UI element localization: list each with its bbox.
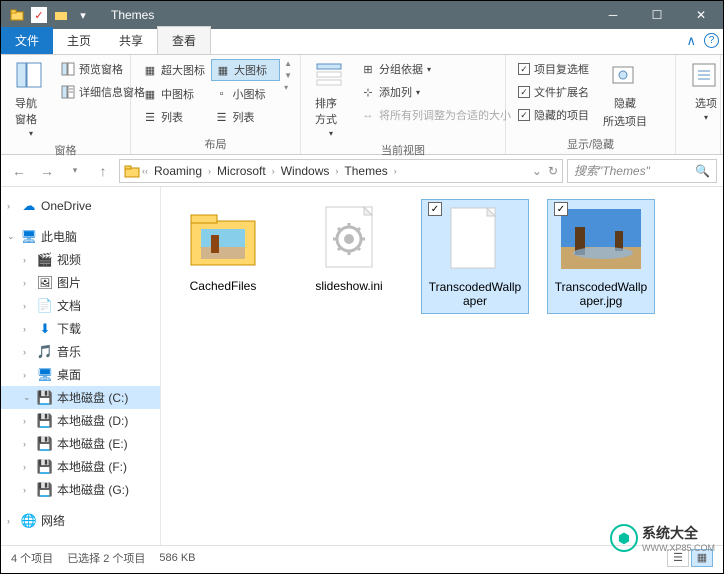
file-item-ini[interactable]: slideshow.ini: [295, 199, 403, 297]
tree-local-f[interactable]: ›💾本地磁盘 (F:): [1, 455, 160, 478]
group-by-button[interactable]: ⊞分组依据 ▾: [357, 59, 515, 79]
watermark-logo-icon: ⬢: [610, 524, 638, 552]
size-all-columns-button: ↔将所有列调整为合适的大小: [357, 105, 515, 125]
address-dropdown-icon[interactable]: ⌄: [532, 164, 542, 178]
extra-large-icons-button[interactable]: ▦超大图标: [139, 59, 209, 81]
sort-by-button[interactable]: 排序方式 ▾: [309, 59, 353, 140]
hide-selected-button[interactable]: 隐藏 所选项目: [597, 59, 653, 131]
blank-file-icon: [435, 204, 515, 274]
back-button[interactable]: ←: [7, 159, 31, 183]
file-item-blank[interactable]: ✓ TranscodedWallpaper: [421, 199, 529, 314]
file-name: slideshow.ini: [315, 279, 382, 293]
maximize-button[interactable]: ☐: [635, 1, 679, 29]
search-icon: 🔍: [695, 164, 710, 178]
status-size: 586 KB: [159, 552, 195, 564]
ribbon-tabs: 文件 主页 共享 查看 ∧ ?: [1, 29, 723, 55]
folder-icon: [9, 7, 25, 23]
tree-videos[interactable]: ›🎬视频: [1, 248, 160, 271]
crumb-windows[interactable]: Windows: [277, 162, 334, 180]
status-selected-count: 已选择 2 个项目: [67, 550, 145, 566]
folder-thumbnail-icon: [183, 203, 263, 273]
list-button-2[interactable]: ☰列表: [211, 107, 281, 127]
tab-view[interactable]: 查看: [157, 26, 211, 54]
file-checkbox[interactable]: ✓: [554, 202, 568, 216]
group-current-view-label: 当前视图: [309, 140, 497, 158]
navigation-tree[interactable]: ›☁OneDrive ⌄🖥此电脑 ›🎬视频 ›🖼图片 ›📄文档 ›⬇下载 ›🎵音…: [1, 187, 161, 545]
medium-icons-button[interactable]: ▦中图标: [139, 84, 209, 104]
quick-access-folder-icon[interactable]: [53, 7, 69, 23]
tree-onedrive[interactable]: ›☁OneDrive: [1, 195, 160, 217]
file-name: TranscodedWallpaper.jpg: [552, 280, 650, 309]
tab-share[interactable]: 共享: [105, 27, 157, 54]
file-item-image[interactable]: ✓ TranscodedWallpaper.jpg: [547, 199, 655, 314]
folder-icon: [124, 163, 140, 179]
ribbon-collapse-icon[interactable]: ∧: [686, 33, 696, 49]
tree-local-d[interactable]: ›💾本地磁盘 (D:): [1, 409, 160, 432]
titlebar: ✓ ▾ Themes ─ ☐ ✕: [1, 1, 723, 29]
tree-documents[interactable]: ›📄文档: [1, 294, 160, 317]
breadcrumb[interactable]: ‹‹ Roaming› Microsoft› Windows› Themes› …: [119, 159, 563, 183]
group-layout-label: 布局: [139, 134, 292, 152]
status-item-count: 4 个项目: [11, 550, 53, 566]
tab-file[interactable]: 文件: [1, 27, 53, 54]
help-icon[interactable]: ?: [704, 33, 719, 48]
ribbon: 导航窗格 ▾ 预览窗格 详细信息窗格 窗格 ▦超大图标 ▦大图标 ▦中图标 ▫小…: [1, 55, 723, 155]
layout-scroll-down-icon[interactable]: ▼: [284, 71, 292, 80]
minimize-button[interactable]: ─: [591, 1, 635, 29]
small-icons-button[interactable]: ▫小图标: [211, 84, 281, 104]
image-thumbnail-icon: [561, 204, 641, 274]
list-button-1[interactable]: ☰列表: [139, 107, 209, 127]
file-list[interactable]: CachedFiles slideshow.ini ✓ TranscodedWa…: [161, 187, 723, 545]
forward-button[interactable]: →: [35, 159, 59, 183]
tree-local-c[interactable]: ⌄💾本地磁盘 (C:): [1, 386, 160, 409]
options-button[interactable]: 选项 ▾: [684, 59, 724, 124]
layout-scroll-up-icon[interactable]: ▲: [284, 59, 292, 68]
group-showhide-label: 显示/隐藏: [514, 134, 667, 152]
tree-music[interactable]: ›🎵音乐: [1, 340, 160, 363]
file-checkbox[interactable]: ✓: [428, 202, 442, 216]
tree-downloads[interactable]: ›⬇下载: [1, 317, 160, 340]
navigation-pane-button[interactable]: 导航窗格 ▾: [9, 59, 53, 140]
content-area: ›☁OneDrive ⌄🖥此电脑 ›🎬视频 ›🖼图片 ›📄文档 ›⬇下载 ›🎵音…: [1, 187, 723, 545]
history-dropdown[interactable]: ▾: [63, 159, 87, 183]
tree-thispc[interactable]: ⌄🖥此电脑: [1, 225, 160, 248]
crumb-roaming[interactable]: Roaming: [150, 162, 206, 180]
file-extensions-toggle[interactable]: ✓文件扩展名: [514, 82, 593, 102]
tree-desktop[interactable]: ›🖥桌面: [1, 363, 160, 386]
window-title: Themes: [111, 8, 154, 22]
refresh-icon[interactable]: ↻: [548, 164, 558, 178]
item-checkboxes-toggle[interactable]: ✓项目复选框: [514, 59, 593, 79]
tab-home[interactable]: 主页: [53, 27, 105, 54]
large-icons-button[interactable]: ▦大图标: [211, 59, 280, 81]
tree-network[interactable]: ›🌐网络: [1, 509, 160, 532]
address-bar: ← → ▾ ↑ ‹‹ Roaming› Microsoft› Windows› …: [1, 155, 723, 187]
tree-local-e[interactable]: ›💾本地磁盘 (E:): [1, 432, 160, 455]
close-button[interactable]: ✕: [679, 1, 723, 29]
add-columns-button[interactable]: ⊹添加列 ▾: [357, 82, 515, 102]
search-input[interactable]: 搜索"Themes" 🔍: [567, 159, 717, 183]
quick-access-checkbox-icon[interactable]: ✓: [31, 7, 47, 23]
up-button[interactable]: ↑: [91, 159, 115, 183]
layout-expand-icon[interactable]: ▾: [284, 83, 292, 92]
file-item-folder[interactable]: CachedFiles: [169, 199, 277, 297]
settings-file-icon: [309, 203, 389, 273]
hidden-items-toggle[interactable]: ✓隐藏的项目: [514, 105, 593, 125]
group-panes-label: 窗格: [9, 140, 122, 158]
tree-pictures[interactable]: ›🖼图片: [1, 271, 160, 294]
quick-access-dropdown-icon[interactable]: ▾: [75, 7, 91, 23]
file-name: TranscodedWallpaper: [426, 280, 524, 309]
crumb-microsoft[interactable]: Microsoft: [213, 162, 270, 180]
crumb-themes[interactable]: Themes: [340, 162, 391, 180]
tree-local-g[interactable]: ›💾本地磁盘 (G:): [1, 478, 160, 501]
file-name: CachedFiles: [190, 279, 257, 293]
watermark: ⬢ 系统大全 WWW.XP85.COM: [610, 523, 715, 553]
tree-homegroup[interactable]: ›👥家庭组: [1, 540, 160, 545]
